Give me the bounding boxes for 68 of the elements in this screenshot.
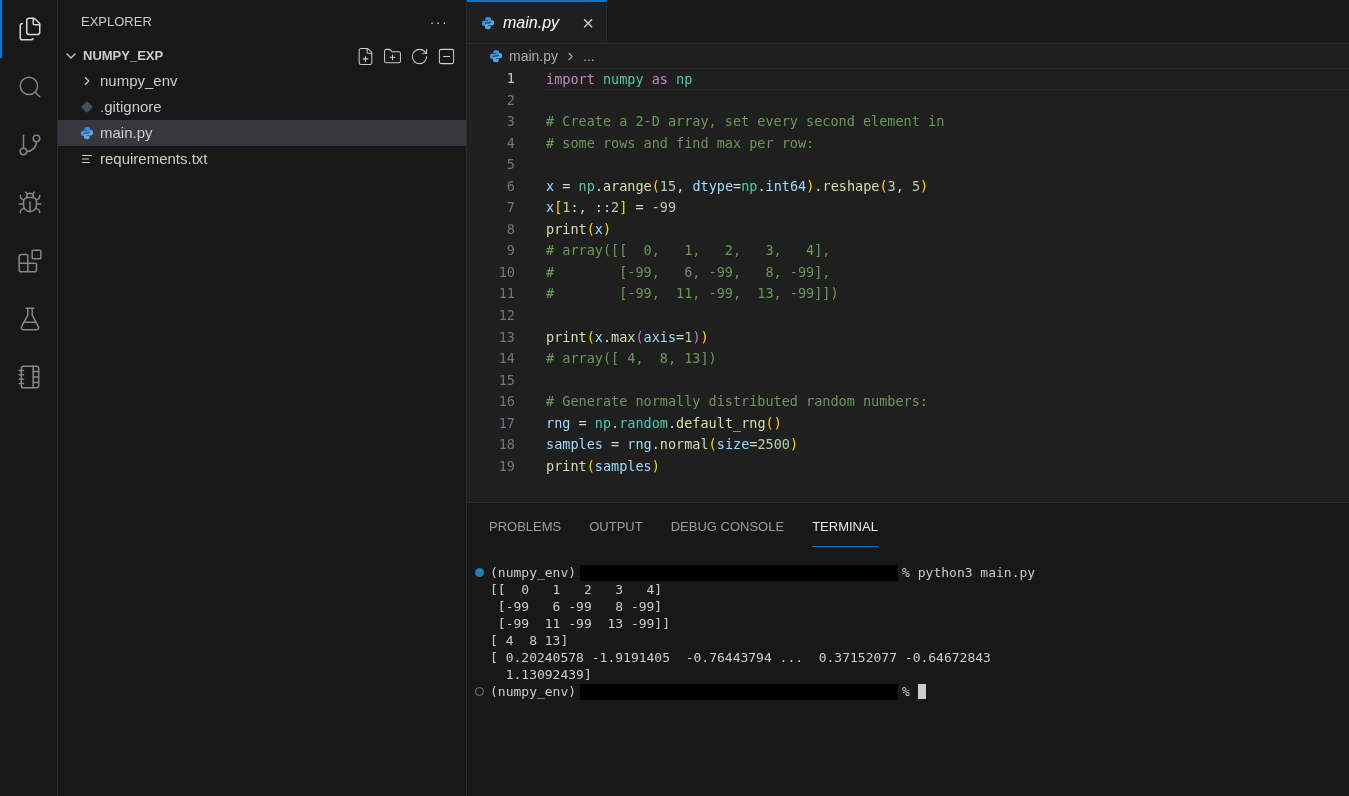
new-folder-icon[interactable] [383, 46, 402, 66]
code-line: # [-99, 6, -99, 8, -99], [546, 263, 831, 280]
folder-header[interactable]: NUMPY_EXP [63, 46, 164, 66]
more-actions-button[interactable]: ··· [429, 11, 448, 33]
line-number: 9 [505, 241, 515, 261]
terminal-output: 1.13092439] [504, 667, 592, 682]
line-number: 7 [505, 198, 515, 218]
line-number: 8 [505, 219, 515, 239]
line-number: 18 [497, 435, 515, 455]
code-line: print(x.max(axis=1)) [546, 328, 709, 345]
line-number: 6 [505, 176, 515, 196]
line-number: 17 [497, 413, 515, 433]
code-line: import numpy as np [546, 71, 693, 87]
line-number: 16 [497, 392, 515, 412]
file-tree-item[interactable]: main.py [58, 120, 466, 146]
line-number: 2 [505, 90, 515, 110]
refresh-icon[interactable] [410, 46, 429, 66]
code-line: x = np.arange(15, dtype=np.int64).reshape(3, 5) [546, 177, 929, 194]
line-number: 1 [505, 69, 515, 88]
terminal-command: % [902, 683, 910, 700]
prompt-env: (numpy_env) [490, 564, 577, 581]
code-line: # Generate normally distributed random numbers: [546, 393, 928, 410]
file-tree-item[interactable]: requirements.txt [58, 146, 466, 172]
code-line: # some rows and find max per row: [546, 134, 815, 151]
sidebar-title: EXPLORER [81, 13, 152, 32]
code-line: x[1:, ::2] = -99 [546, 199, 677, 216]
lines-icon [81, 153, 93, 165]
line-number: 15 [497, 370, 515, 390]
python-icon [489, 49, 503, 63]
line-number: 5 [505, 155, 515, 175]
collapse-icon[interactable] [437, 46, 456, 66]
code-line: # [-99, 11, -99, 13, -99]]) [546, 285, 839, 302]
line-number: 10 [497, 262, 515, 282]
code-line: rng = np.random.default_rng() [546, 414, 782, 431]
panel-tab[interactable]: TERMINAL [812, 511, 878, 547]
panel-tab[interactable]: PROBLEMS [489, 511, 562, 547]
panel-tab[interactable]: DEBUG CONSOLE [670, 511, 785, 547]
code-line: print(samples) [546, 457, 660, 474]
panel-tab[interactable]: OUTPUT [589, 511, 643, 547]
git-icon [81, 101, 93, 113]
terminal-output: [ 4 8 13] [490, 633, 569, 648]
line-number: 14 [497, 349, 515, 369]
editor-tab[interactable]: main.py × [467, 0, 607, 43]
python-icon [481, 15, 495, 30]
line-number: 4 [505, 133, 515, 153]
breadcrumb-item[interactable]: main.py [509, 45, 559, 67]
python-icon [80, 126, 94, 140]
code-line: # array([ 4, 8, 13]) [546, 350, 717, 367]
terminal-command: % python3 main.py [902, 564, 1036, 581]
file-tree-item[interactable]: .gitignore [58, 94, 466, 120]
line-number: 19 [497, 456, 515, 476]
prompt-env: (numpy_env) [490, 683, 577, 700]
line-number: 3 [505, 112, 515, 132]
line-number: 11 [497, 284, 515, 304]
code-line: print(x) [546, 220, 612, 237]
terminal-output: [[ 0 1 2 3 4] [490, 582, 663, 597]
new-file-icon[interactable] [356, 46, 375, 66]
code-line: # array([[ 0, 1, 2, 3, 4], [546, 242, 831, 259]
line-number: 12 [497, 306, 515, 325]
close-button[interactable]: × [582, 7, 594, 38]
line-number: 13 [497, 327, 515, 347]
breadcrumb-item[interactable]: ... [583, 45, 595, 67]
file-tree-item[interactable]: numpy_env [58, 68, 466, 94]
code-line: # Create a 2-D array, set every second element in [546, 113, 945, 130]
terminal-output: [-99 6 -99 8 -99] [496, 599, 663, 614]
terminal-output: [ 0.20240578 -1.9191405 -0.76443794 ... 0.37152077 -0.64672843 [490, 650, 991, 665]
terminal-output: [-99 11 -99 13 -99]] [496, 616, 670, 631]
code-line: samples = rng.normal(size=2500) [546, 436, 799, 453]
